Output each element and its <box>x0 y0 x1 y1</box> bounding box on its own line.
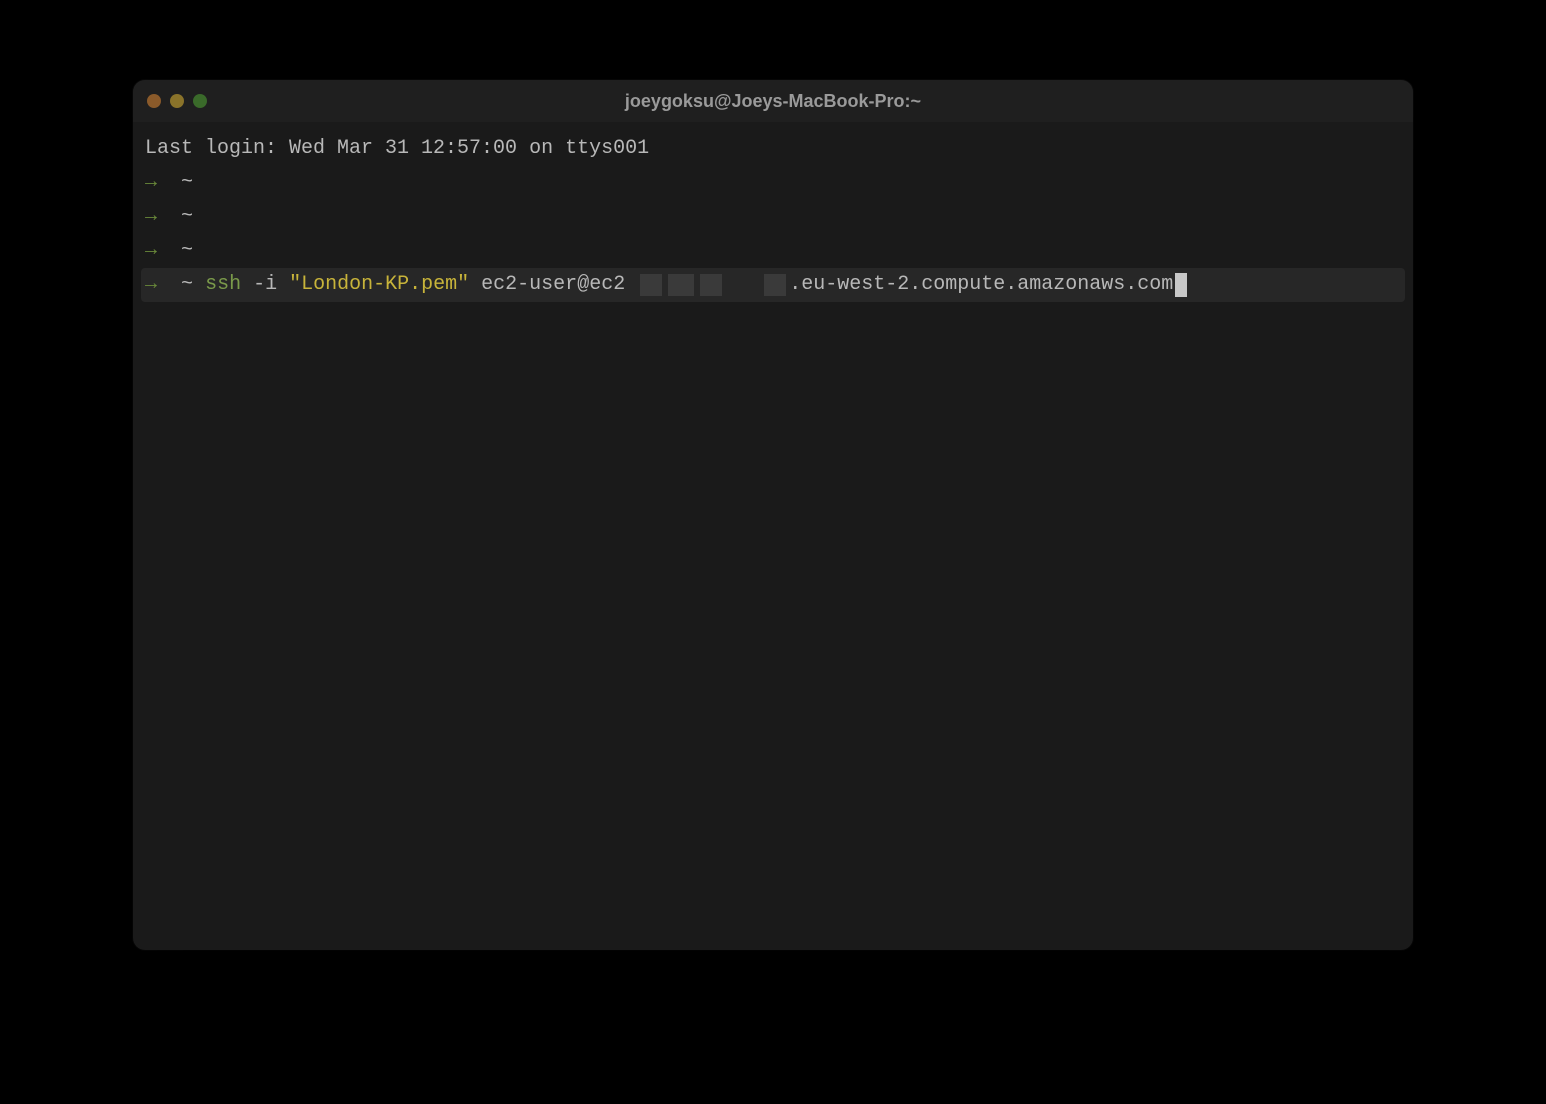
redacted-block <box>640 274 662 296</box>
last-login-line: Last login: Wed Mar 31 12:57:00 on ttys0… <box>145 132 1401 166</box>
prompt-path: ~ <box>181 166 193 200</box>
close-icon[interactable] <box>147 94 161 108</box>
cursor-icon <box>1175 273 1187 297</box>
minimize-icon[interactable] <box>170 94 184 108</box>
arrow-icon: → <box>145 200 157 234</box>
redacted-block <box>700 274 722 296</box>
window-title: joeygoksu@Joeys-MacBook-Pro:~ <box>133 91 1413 112</box>
prompt-path: ~ <box>181 268 193 302</box>
redacted-block <box>764 274 786 296</box>
command-line[interactable]: → ~ ssh -i "London-KP.pem" ec2-user@ec2 … <box>141 268 1405 302</box>
cmd-host-suffix: .eu-west-2.compute.amazonaws.com <box>789 268 1173 302</box>
arrow-icon: → <box>145 166 157 200</box>
redacted-block <box>668 274 694 296</box>
cmd-string: "London-KP.pem" <box>289 268 469 302</box>
prompt-line: → ~ <box>145 166 1401 200</box>
traffic-lights <box>147 94 207 108</box>
prompt-path: ~ <box>181 200 193 234</box>
arrow-icon: → <box>145 234 157 268</box>
maximize-icon[interactable] <box>193 94 207 108</box>
prompt-line: → ~ <box>145 200 1401 234</box>
titlebar[interactable]: joeygoksu@Joeys-MacBook-Pro:~ <box>133 80 1413 122</box>
cmd-flag: -i <box>253 268 277 302</box>
cmd-ssh: ssh <box>205 268 241 302</box>
prompt-line: → ~ <box>145 234 1401 268</box>
cmd-host-prefix: ec2-user@ec2 <box>481 268 625 302</box>
terminal-window: joeygoksu@Joeys-MacBook-Pro:~ Last login… <box>133 80 1413 950</box>
prompt-path: ~ <box>181 234 193 268</box>
terminal-body[interactable]: Last login: Wed Mar 31 12:57:00 on ttys0… <box>133 122 1413 950</box>
arrow-icon: → <box>145 268 157 302</box>
